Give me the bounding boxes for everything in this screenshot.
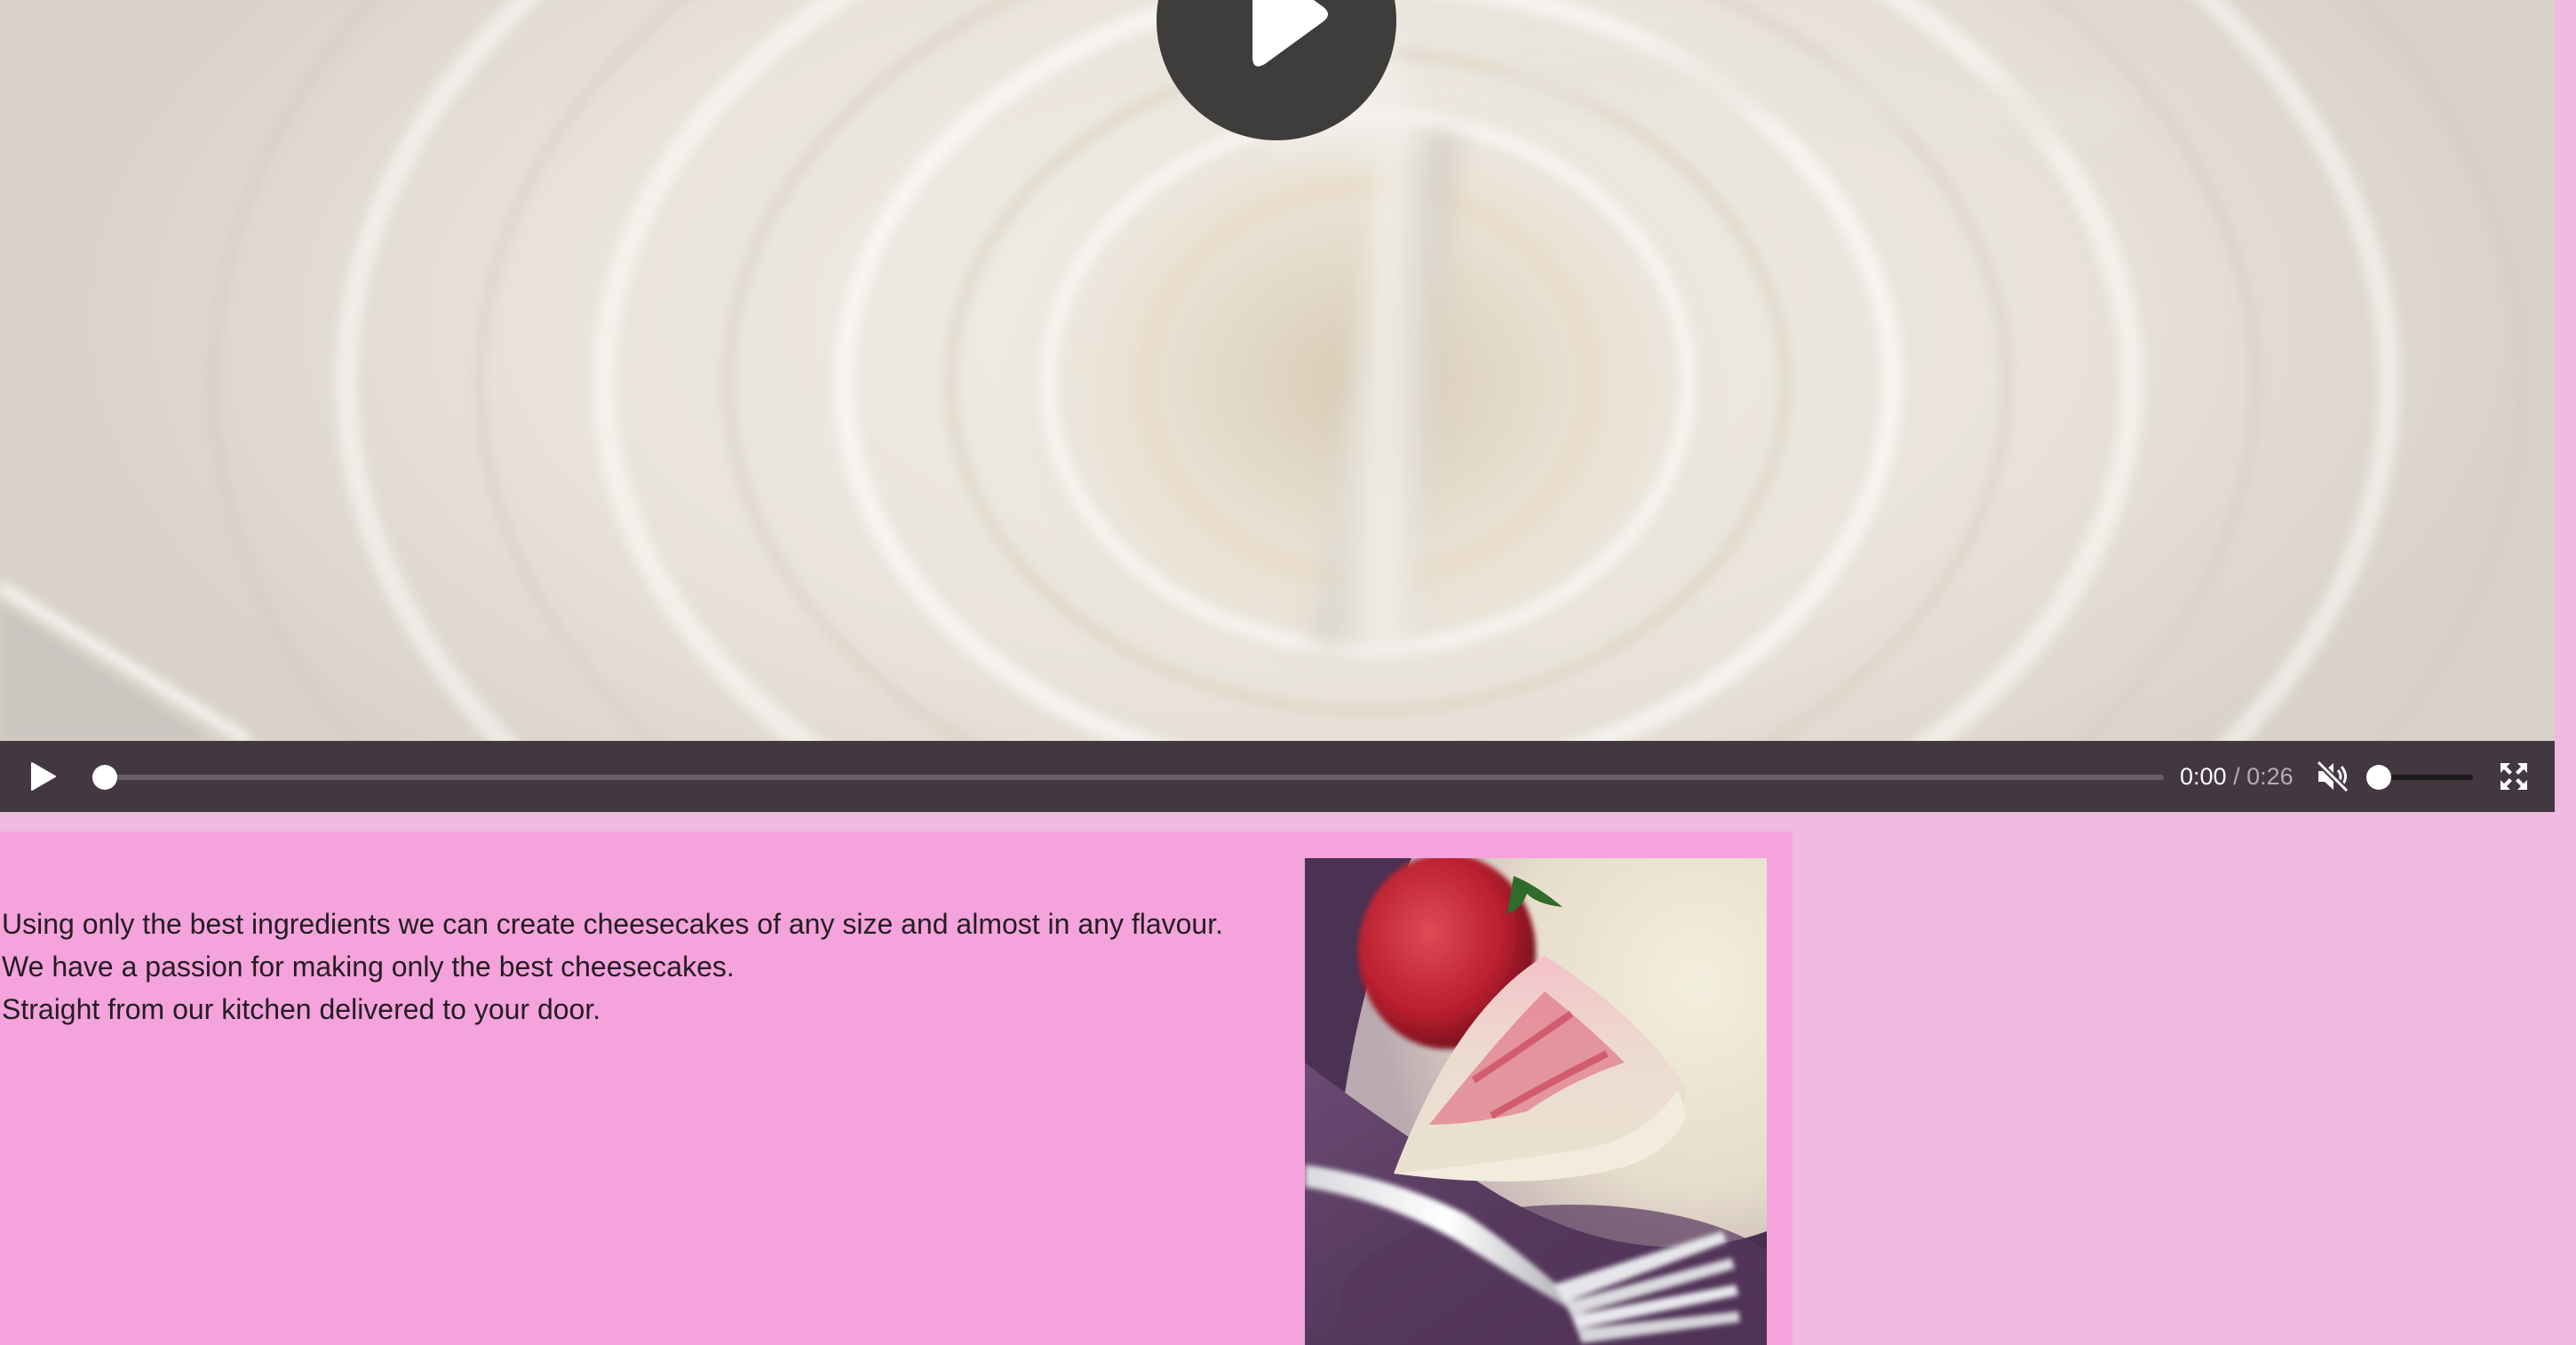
time-display: 0:00 / 0:26 (2180, 762, 2294, 791)
intro-section: Using only the best ingredients we can c… (0, 832, 1793, 1345)
seek-slider[interactable] (92, 765, 2164, 790)
page: 0:00 / 0:26 Using only the best ingredie… (0, 0, 2576, 1345)
video-controls-bar: 0:00 / 0:26 (0, 741, 2555, 812)
play-icon (1252, 0, 1328, 67)
intro-text: Using only the best ingredients we can c… (2, 903, 1281, 1031)
mute-button[interactable] (2315, 759, 2350, 794)
play-button[interactable] (25, 759, 60, 794)
duration: 0:26 (2246, 763, 2294, 790)
cheesecake-image (1305, 858, 1767, 1345)
intro-line-2: We have a passion for making only the be… (2, 951, 735, 983)
intro-line-1: Using only the best ingredients we can c… (2, 908, 1223, 940)
volume-slider[interactable] (2366, 765, 2473, 790)
fullscreen-icon (2500, 763, 2527, 790)
play-icon (31, 762, 56, 791)
cheesecake-photo (1305, 858, 1767, 1345)
big-play-button[interactable] (1157, 0, 1396, 140)
fullscreen-button[interactable] (2496, 759, 2532, 794)
time-separator: / (2226, 763, 2247, 790)
video-frame[interactable] (0, 0, 2555, 741)
current-time: 0:00 (2180, 763, 2227, 790)
seek-handle[interactable] (92, 765, 117, 790)
speaker-muted-icon (2316, 760, 2349, 793)
video-player[interactable]: 0:00 / 0:26 (0, 0, 2555, 812)
volume-handle[interactable] (2366, 765, 2391, 790)
intro-line-3: Straight from our kitchen delivered to y… (2, 993, 601, 1025)
